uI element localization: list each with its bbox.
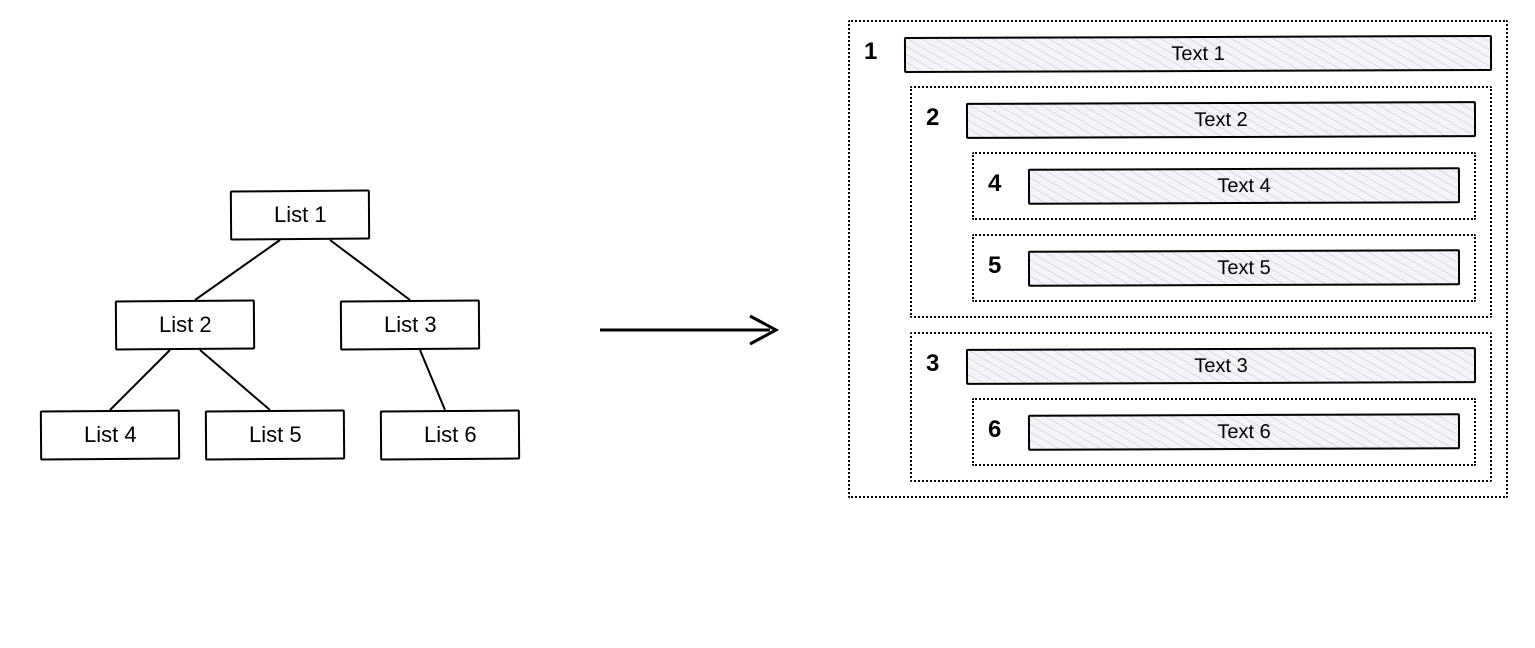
tree-node-2-label: List 2 [159,312,212,338]
text-1-label: Text 1 [1171,42,1224,65]
text-6-label: Text 6 [1217,420,1270,443]
tree-node-4: List 4 [40,410,180,461]
group-2: 2 Text 2 4 Text 4 [910,86,1492,318]
tree-node-3: List 3 [340,300,480,351]
text-4-label: Text 4 [1217,174,1270,197]
arrow-icon [600,310,790,355]
tree-node-1: List 1 [230,190,370,241]
tree-node-6: List 6 [380,410,520,461]
group-6-number: 6 [988,416,1016,444]
text-2-box: Text 2 [966,101,1476,139]
tree-node-2: List 2 [115,300,255,351]
tree-node-5: List 5 [205,410,345,461]
group-3: 3 Text 3 6 Text 6 [910,332,1492,482]
text-4-box: Text 4 [1028,167,1460,205]
group-5-number: 5 [988,252,1016,280]
tree-node-1-label: List 1 [274,202,327,228]
text-3-box: Text 3 [966,347,1476,385]
group-5-body: Text 5 [1028,250,1460,286]
group-4-body: Text 4 [1028,168,1460,204]
group-5: 5 Text 5 [972,234,1476,302]
group-1-body: Text 1 2 Text 2 4 Text 4 [904,36,1492,482]
group-3-number: 3 [926,350,954,378]
text-3-label: Text 3 [1194,354,1247,377]
text-5-label: Text 5 [1217,256,1270,279]
nested-list-root: 1 Text 1 2 Text 2 4 [848,20,1508,498]
text-6-box: Text 6 [1028,413,1460,451]
text-1-box: Text 1 [904,35,1492,73]
tree-node-6-label: List 6 [424,422,477,448]
group-4-number: 4 [988,170,1016,198]
group-2-body: Text 2 4 Text 4 5 [966,102,1476,302]
group-1: 1 Text 1 2 Text 2 4 [848,20,1508,498]
text-5-box: Text 5 [1028,249,1460,287]
diagram-canvas: List 1 List 2 List 3 List 4 List 5 List … [0,0,1535,648]
tree-node-4-label: List 4 [84,422,137,448]
group-6: 6 Text 6 [972,398,1476,466]
group-1-number: 1 [864,38,892,66]
text-2-label: Text 2 [1194,108,1247,131]
tree-node-3-label: List 3 [384,312,437,338]
group-2-number: 2 [926,104,954,132]
group-6-body: Text 6 [1028,414,1460,450]
group-4: 4 Text 4 [972,152,1476,220]
tree-node-5-label: List 5 [249,422,302,448]
group-3-body: Text 3 6 Text 6 [966,348,1476,466]
